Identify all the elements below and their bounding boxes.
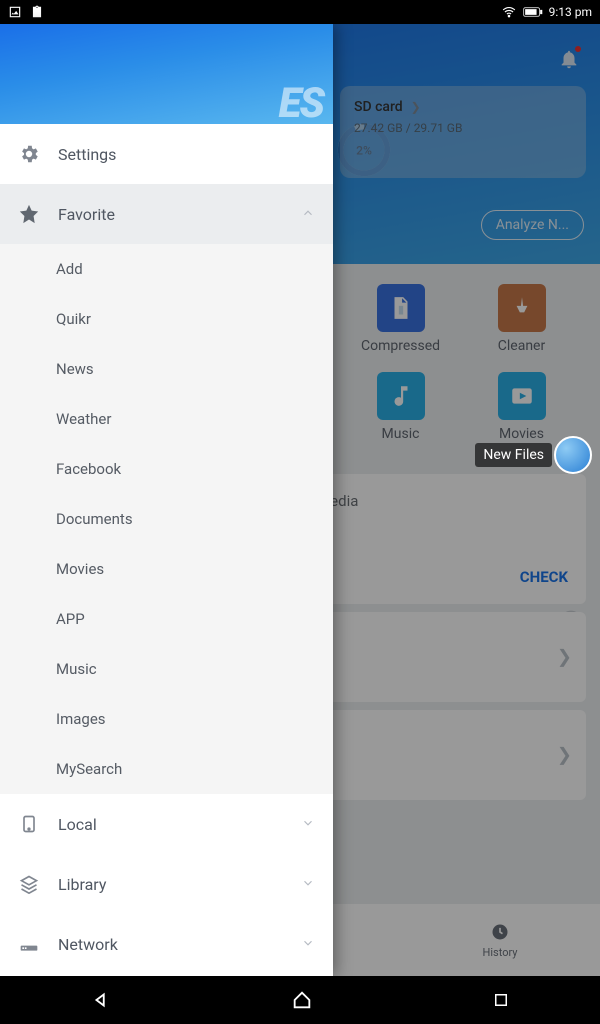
storage-card[interactable]: SD card ❯ 27.42 GB / 29.71 GB xyxy=(340,86,586,178)
drawer-settings[interactable]: Settings xyxy=(0,124,333,184)
chevron-right-icon: ❯ xyxy=(557,745,572,766)
drawer: ES Settings Favorite Add Quikr xyxy=(0,24,333,976)
music-icon xyxy=(377,372,425,420)
network-icon xyxy=(18,933,40,955)
image-indicator-icon xyxy=(8,5,22,19)
storage-usage: 27.42 GB / 29.71 GB xyxy=(354,121,572,135)
es-logo: ES xyxy=(279,79,323,124)
nav-home[interactable] xyxy=(291,989,313,1011)
favorite-item[interactable]: Facebook xyxy=(0,444,333,494)
chevron-right-icon: ❯ xyxy=(411,100,421,114)
check-button[interactable]: CHECK xyxy=(520,568,568,586)
battery-icon xyxy=(523,6,543,18)
grid-item-cleaner[interactable]: Cleaner xyxy=(461,284,582,354)
star-icon xyxy=(18,203,40,225)
drawer-label: Library xyxy=(58,875,106,894)
history-icon xyxy=(490,922,510,942)
drawer-label: Settings xyxy=(58,145,116,164)
grid-label: Compressed xyxy=(361,338,440,354)
clipboard-indicator-icon xyxy=(30,5,44,19)
chevron-up-icon xyxy=(301,205,315,224)
favorite-item[interactable]: Music xyxy=(0,644,333,694)
favorite-list: Add Quikr News Weather Facebook Document… xyxy=(0,244,333,794)
device-icon xyxy=(18,813,40,835)
chevron-down-icon xyxy=(301,815,315,834)
favorite-item[interactable]: APP xyxy=(0,594,333,644)
bottom-history[interactable]: History xyxy=(400,904,600,976)
drawer-label: Favorite xyxy=(58,205,115,224)
grid-item-compressed[interactable]: Compressed xyxy=(340,284,461,354)
chevron-right-icon: ❯ xyxy=(557,647,572,668)
favorite-item[interactable]: Quikr xyxy=(0,294,333,344)
favorite-item[interactable]: Documents xyxy=(0,494,333,544)
drawer-library[interactable]: Library xyxy=(0,854,333,914)
drawer-header: ES xyxy=(0,24,333,124)
chevron-down-icon xyxy=(301,875,315,894)
grid-item-music[interactable]: Music xyxy=(340,372,461,442)
grid-label: Cleaner xyxy=(498,338,545,354)
grid-label: Music xyxy=(382,426,420,442)
nav-recent[interactable] xyxy=(492,991,510,1009)
favorite-item[interactable]: Images xyxy=(0,694,333,744)
drawer-local[interactable]: Local xyxy=(0,794,333,854)
status-time: 9:13 pm xyxy=(549,5,592,19)
new-files-label: New Files xyxy=(475,443,552,467)
movies-icon xyxy=(498,372,546,420)
storage-title: SD card xyxy=(354,99,403,115)
favorite-item[interactable]: MySearch xyxy=(0,744,333,794)
drawer-network[interactable]: Network xyxy=(0,914,333,974)
drawer-label: Network xyxy=(58,935,118,954)
nav-bar xyxy=(0,976,600,1024)
favorite-item[interactable]: News xyxy=(0,344,333,394)
compressed-icon xyxy=(377,284,425,332)
drawer-favorite-header[interactable]: Favorite xyxy=(0,184,333,244)
favorite-item[interactable]: Weather xyxy=(0,394,333,444)
grid-item-movies[interactable]: Movies xyxy=(461,372,582,442)
wifi-icon xyxy=(501,5,517,19)
new-files-floating[interactable]: New Files xyxy=(475,436,592,474)
bell-icon[interactable] xyxy=(558,48,580,74)
analyze-button[interactable]: Analyze N... xyxy=(481,210,584,240)
layers-icon xyxy=(18,873,40,895)
bottom-label: History xyxy=(483,946,518,959)
chevron-down-icon xyxy=(301,935,315,954)
drawer-label: Local xyxy=(58,815,97,834)
favorite-item[interactable]: Add xyxy=(0,244,333,294)
favorite-item[interactable]: Movies xyxy=(0,544,333,594)
new-files-icon xyxy=(554,436,592,474)
gear-icon xyxy=(18,143,40,165)
nav-back[interactable] xyxy=(90,989,112,1011)
status-bar: 9:13 pm xyxy=(0,0,600,24)
cleaner-icon xyxy=(498,284,546,332)
